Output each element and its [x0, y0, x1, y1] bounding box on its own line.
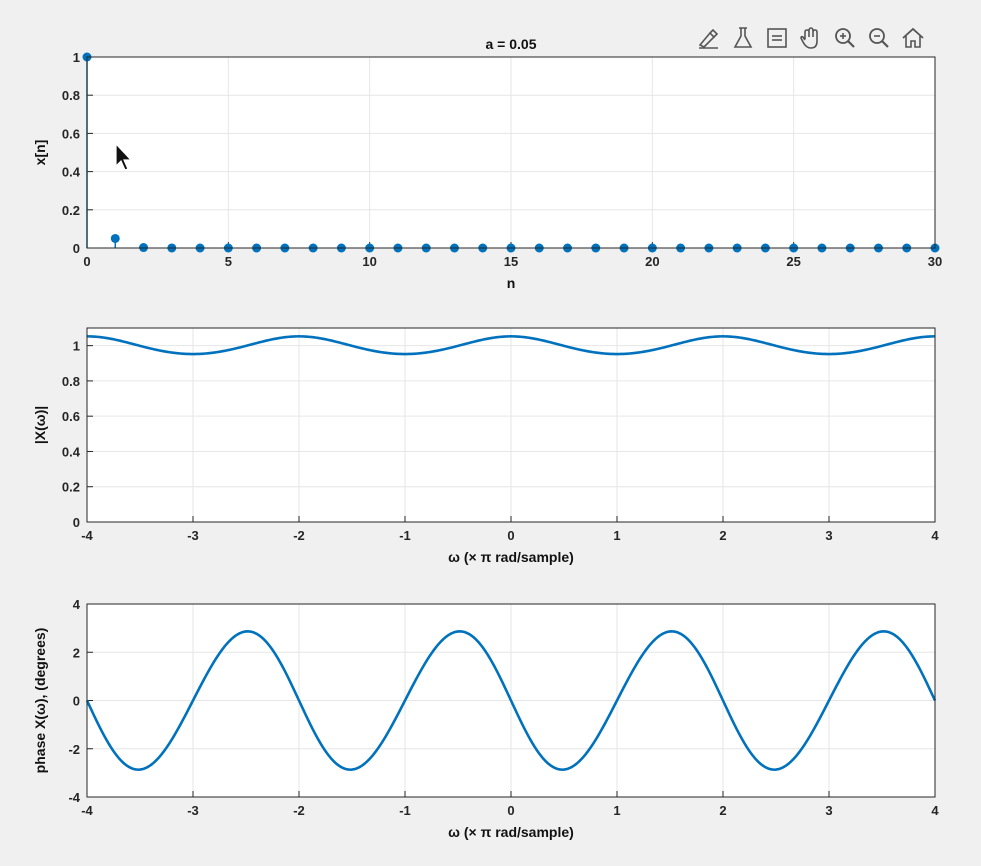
x-tick-label: -1 [399, 803, 411, 818]
y-tick-label: 0 [73, 241, 80, 256]
y-tick-label: 0.8 [62, 88, 80, 103]
x-axis-label: n [507, 275, 516, 291]
y-tick-label: 0 [73, 515, 80, 530]
y-tick-label: 0 [73, 694, 80, 709]
x-tick-label: 2 [719, 528, 726, 543]
y-tick-label: -4 [68, 790, 80, 805]
stem-marker [110, 233, 120, 243]
y-tick-label: 2 [73, 645, 80, 660]
brush-icon[interactable] [693, 22, 725, 54]
x-tick-label: -4 [81, 528, 93, 543]
x-tick-label: -2 [293, 803, 305, 818]
y-axis-label: phase X(ω), (degrees) [32, 628, 48, 774]
x-tick-label: 3 [825, 803, 832, 818]
y-tick-label: 0.8 [62, 374, 80, 389]
x-tick-label: 10 [362, 254, 376, 269]
x-tick-label: -1 [399, 528, 411, 543]
y-tick-label: 0.2 [62, 480, 80, 495]
x-tick-label: 5 [225, 254, 232, 269]
x-tick-label: 4 [931, 803, 939, 818]
figure-window: 0 5 10 15 20 25 30 0 0.2 0.4 0.6 0.8 1 a = 0.05 n x[n] -… [0, 0, 981, 866]
x-tick-label: 30 [928, 254, 942, 269]
x-tick-label: 0 [83, 254, 90, 269]
chart-title: a = 0.05 [486, 36, 537, 52]
y-tick-label: 0.4 [62, 444, 81, 459]
y-tick-label: 1 [73, 50, 80, 65]
datatip-box-icon[interactable] [761, 22, 793, 54]
y-tick-label: 0.6 [62, 409, 80, 424]
home-icon[interactable] [897, 22, 929, 54]
x-tick-label: -3 [187, 528, 199, 543]
x-tick-label: 1 [613, 803, 620, 818]
x-tick-label: 1 [613, 528, 620, 543]
x-axis-label: ω (× π rad/sample) [448, 824, 574, 840]
y-tick-label: 0.6 [62, 126, 80, 141]
x-tick-label: 3 [825, 528, 832, 543]
y-tick-label: 1 [73, 339, 80, 354]
y-axis-label: |X(ω)| [32, 406, 48, 444]
mouse-cursor-icon [114, 142, 134, 177]
axes-2: -4 -3 -2 -1 0 1 2 3 4 0 0.2 0.4 0.6 0.8 1 ω (× π rad/sa… [32, 327, 939, 565]
zoom-out-icon[interactable] [863, 22, 895, 54]
data-tips-icon[interactable] [727, 22, 759, 54]
x-axis-label: ω (× π rad/sample) [448, 549, 574, 565]
axes-toolbar [693, 20, 938, 56]
y-tick-label: 0.2 [62, 203, 80, 218]
x-tick-label: 25 [786, 254, 800, 269]
x-tick-label: -2 [293, 528, 305, 543]
x-tick-label: 4 [931, 528, 939, 543]
x-tick-label: 15 [504, 254, 518, 269]
x-tick-label: 20 [645, 254, 659, 269]
pan-hand-icon[interactable] [795, 22, 827, 54]
x-tick-label: 2 [719, 803, 726, 818]
x-tick-label: 0 [507, 528, 514, 543]
x-tick-label: -3 [187, 803, 199, 818]
x-tick-label: -4 [81, 803, 93, 818]
axes-1: 0 5 10 15 20 25 30 0 0.2 0.4 0.6 0.8 1 a = 0.05 n x[n] [32, 36, 942, 291]
axes-3: -4 -3 -2 -1 0 1 2 3 4 -4 -2 0 2 4 ω (× π rad/sample) ph… [32, 597, 939, 840]
zoom-in-icon[interactable] [829, 22, 861, 54]
figure-canvas: 0 5 10 15 20 25 3000.20.40.60.81a = 0.05nx[n]-… [32, 36, 942, 840]
y-tick-label: 4 [73, 597, 81, 612]
y-axis-label: x[n] [32, 140, 48, 166]
y-tick-label: -2 [68, 742, 80, 757]
y-tick-label: 0.4 [62, 165, 81, 180]
x-tick-label: 0 [507, 803, 514, 818]
